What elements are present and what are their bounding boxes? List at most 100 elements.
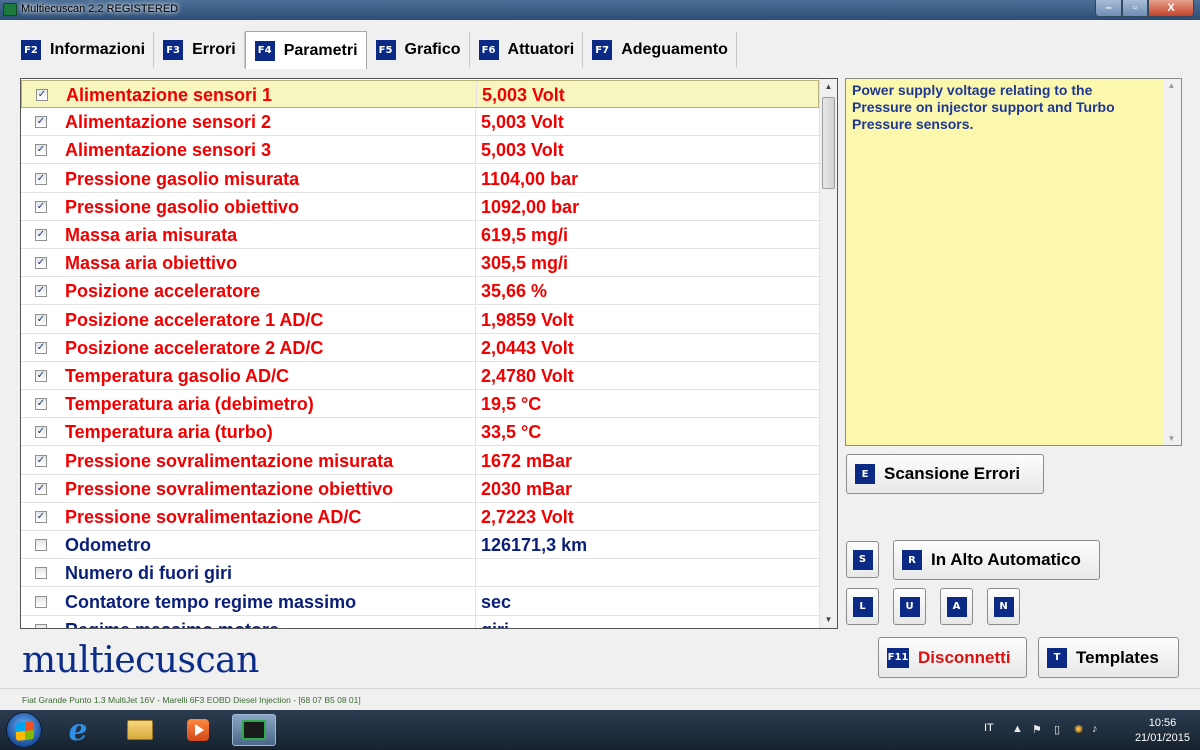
checkbox-checked[interactable]: ✓ xyxy=(35,229,47,241)
table-row[interactable]: ✓ Posizione acceleratore 1 AD/C 1,9859 Vol… xyxy=(21,305,819,334)
tab-label: Adeguamento xyxy=(621,41,728,58)
u-button[interactable]: U xyxy=(893,588,926,625)
checkbox-checked[interactable]: ✓ xyxy=(35,511,47,523)
tab-informazioni[interactable]: F2 Informazioni xyxy=(12,32,155,68)
checkbox-unchecked[interactable] xyxy=(35,539,47,552)
table-row[interactable]: Regime massimo motore giri xyxy=(21,615,819,628)
parameter-name: Pressione sovralimentazione AD/C xyxy=(65,507,362,527)
parameter-value: 126171,3 km xyxy=(481,535,588,556)
a-button[interactable]: A xyxy=(940,588,973,625)
s-button[interactable]: S xyxy=(846,541,879,578)
parameter-name: Regime massimo motore xyxy=(65,620,279,628)
battery-icon[interactable]: ▯ xyxy=(1054,723,1060,736)
table-row[interactable]: ✓ Alimentazione sensori 3 5,003 Volt xyxy=(21,136,819,165)
parameter-value: 2,7223 Volt xyxy=(481,507,574,527)
disconnect-button[interactable]: F11 Disconnetti xyxy=(878,637,1027,678)
table-row[interactable]: ✓ Pressione sovralimentazione AD/C 2,7223 … xyxy=(21,503,819,531)
checkbox-checked[interactable]: ✓ xyxy=(35,398,47,411)
status-bar: Fiat Grande Punto 1.3 MultiJet 16V - Mar… xyxy=(0,688,1200,710)
tab-label: Informazioni xyxy=(50,41,146,58)
checkbox-unchecked[interactable] xyxy=(35,595,47,608)
checkbox-checked[interactable]: ✓ xyxy=(35,116,47,129)
checkbox-checked[interactable]: ✓ xyxy=(35,257,47,270)
checkbox-checked[interactable]: ✓ xyxy=(35,426,47,439)
scroll-up-icon[interactable]: ▲ xyxy=(820,79,837,95)
folder-icon xyxy=(127,720,153,740)
column-divider xyxy=(475,474,476,502)
scroll-thumb[interactable] xyxy=(822,97,835,189)
scroll-down-icon[interactable]: ▼ xyxy=(820,612,837,628)
window-title: Multiecuscan 2.2 REGISTERED xyxy=(21,3,179,15)
checkbox-checked[interactable]: ✓ xyxy=(35,341,47,354)
parameter-name: Posizione acceleratore 2 AD/C xyxy=(65,337,324,358)
tab-adeguamento[interactable]: F7 Adeguamento xyxy=(583,32,737,68)
show-hidden-icons-icon[interactable]: ▲ xyxy=(1012,723,1023,735)
taskbar-media-player[interactable] xyxy=(176,714,220,746)
clock[interactable]: 10:56 21/01/2015 xyxy=(1135,716,1190,746)
scroll-up-icon[interactable]: ▲ xyxy=(1163,81,1180,90)
tab-attuatori[interactable]: F6 Attuatori xyxy=(469,32,584,68)
checkbox-unchecked[interactable] xyxy=(35,623,47,628)
taskbar-internet-explorer[interactable]: e xyxy=(56,713,100,748)
checkbox-unchecked[interactable] xyxy=(35,567,47,580)
table-row[interactable]: Contatore tempo regime massimo sec xyxy=(21,587,819,616)
table-row[interactable]: ✓ Posizione acceleratore 35,66 % xyxy=(21,277,819,306)
table-scrollbar[interactable]: ▲ ▼ xyxy=(819,79,837,628)
scan-errors-button[interactable]: E Scansione Errori xyxy=(846,454,1044,494)
table-row[interactable]: ✓ Alimentazione sensori 1 5,003 Volt xyxy=(21,80,819,108)
parameter-value: 2,4780 Volt xyxy=(481,366,574,386)
checkbox-checked[interactable]: ✓ xyxy=(35,482,47,495)
table-row[interactable]: ✓ Massa aria obiettivo 305,5 mg/i xyxy=(21,249,819,278)
vehicle-status-text: Fiat Grande Punto 1.3 MultiJet 16V - Mar… xyxy=(22,695,361,705)
n-button[interactable]: N xyxy=(987,588,1020,625)
table-row[interactable]: Numero di fuori giri xyxy=(21,559,819,588)
taskbar-multiecuscan[interactable] xyxy=(232,714,276,746)
checkbox-checked[interactable]: ✓ xyxy=(35,144,47,157)
table-row[interactable]: ✓ Temperatura aria (turbo) 33,5 °C xyxy=(21,418,819,447)
checkbox-checked[interactable]: ✓ xyxy=(35,285,47,298)
tab-grafico[interactable]: F5 Grafico xyxy=(366,32,470,68)
l-button[interactable]: L xyxy=(846,588,879,625)
scroll-down-icon[interactable]: ▼ xyxy=(1163,434,1180,443)
action-center-flag-icon[interactable]: ⚑ xyxy=(1032,723,1042,736)
parameter-value: 1104,00 bar xyxy=(481,168,579,189)
f5-key-icon: F5 xyxy=(375,40,396,60)
minimize-button[interactable]: – xyxy=(1095,0,1122,17)
start-button[interactable] xyxy=(6,712,42,748)
table-row[interactable]: ✓ Massa aria misurata 619,5 mg/i xyxy=(21,221,819,249)
f7-key-icon: F7 xyxy=(592,40,613,60)
volume-icon[interactable]: ♪ xyxy=(1092,723,1098,735)
parameter-value: 35,66 % xyxy=(481,281,548,302)
language-indicator[interactable]: IT xyxy=(984,722,994,734)
checkbox-checked[interactable]: ✓ xyxy=(35,172,47,185)
taskbar-file-explorer[interactable] xyxy=(118,714,162,746)
parameter-name: Pressione gasolio obiettivo xyxy=(65,196,300,217)
top-auto-button[interactable]: R In Alto Automatico xyxy=(893,540,1100,580)
table-row[interactable]: ✓ Temperatura aria (debimetro) 19,5 °C xyxy=(21,390,819,419)
checkbox-checked[interactable]: ✓ xyxy=(35,370,47,382)
description-scrollbar[interactable]: ▲ ▼ xyxy=(1163,79,1181,445)
button-label: Scansione Errori xyxy=(884,464,1021,483)
close-button[interactable]: X xyxy=(1148,0,1194,17)
network-icon[interactable]: ✺ xyxy=(1074,723,1083,736)
title-bar: Multiecuscan 2.2 REGISTERED – ▫ X xyxy=(0,0,1200,20)
tab-label: Grafico xyxy=(404,41,461,58)
checkbox-checked[interactable]: ✓ xyxy=(35,200,47,213)
table-row[interactable]: ✓ Posizione acceleratore 2 AD/C 2,0443 Vol… xyxy=(21,333,819,362)
tab-errori[interactable]: F3 Errori xyxy=(154,32,245,68)
parameter-name: Temperatura aria (debimetro) xyxy=(65,394,314,415)
maximize-button[interactable]: ▫ xyxy=(1122,0,1148,17)
table-row[interactable]: ✓ Temperatura gasolio AD/C 2,4780 Volt xyxy=(21,362,819,390)
table-row[interactable]: Odometro 126171,3 km xyxy=(21,531,819,560)
tab-parametri[interactable]: F4 Parametri xyxy=(244,31,367,69)
table-row[interactable]: ✓ Alimentazione sensori 2 5,003 Volt xyxy=(21,108,819,137)
table-row[interactable]: ✓ Pressione sovralimentazione obiettivo 20… xyxy=(21,474,819,503)
checkbox-checked[interactable]: ✓ xyxy=(35,313,47,326)
table-row[interactable]: ✓ Pressione gasolio obiettivo 1092,00 bar xyxy=(21,192,819,221)
checkbox-checked[interactable]: ✓ xyxy=(36,89,48,101)
checkbox-checked[interactable]: ✓ xyxy=(35,454,47,467)
table-row[interactable]: ✓ Pressione gasolio misurata 1104,00 bar xyxy=(21,164,819,193)
templates-button[interactable]: T Templates xyxy=(1038,637,1179,678)
table-row[interactable]: ✓ Pressione sovralimentazione misurata 167… xyxy=(21,446,819,475)
button-label: In Alto Automatico xyxy=(931,550,1081,569)
